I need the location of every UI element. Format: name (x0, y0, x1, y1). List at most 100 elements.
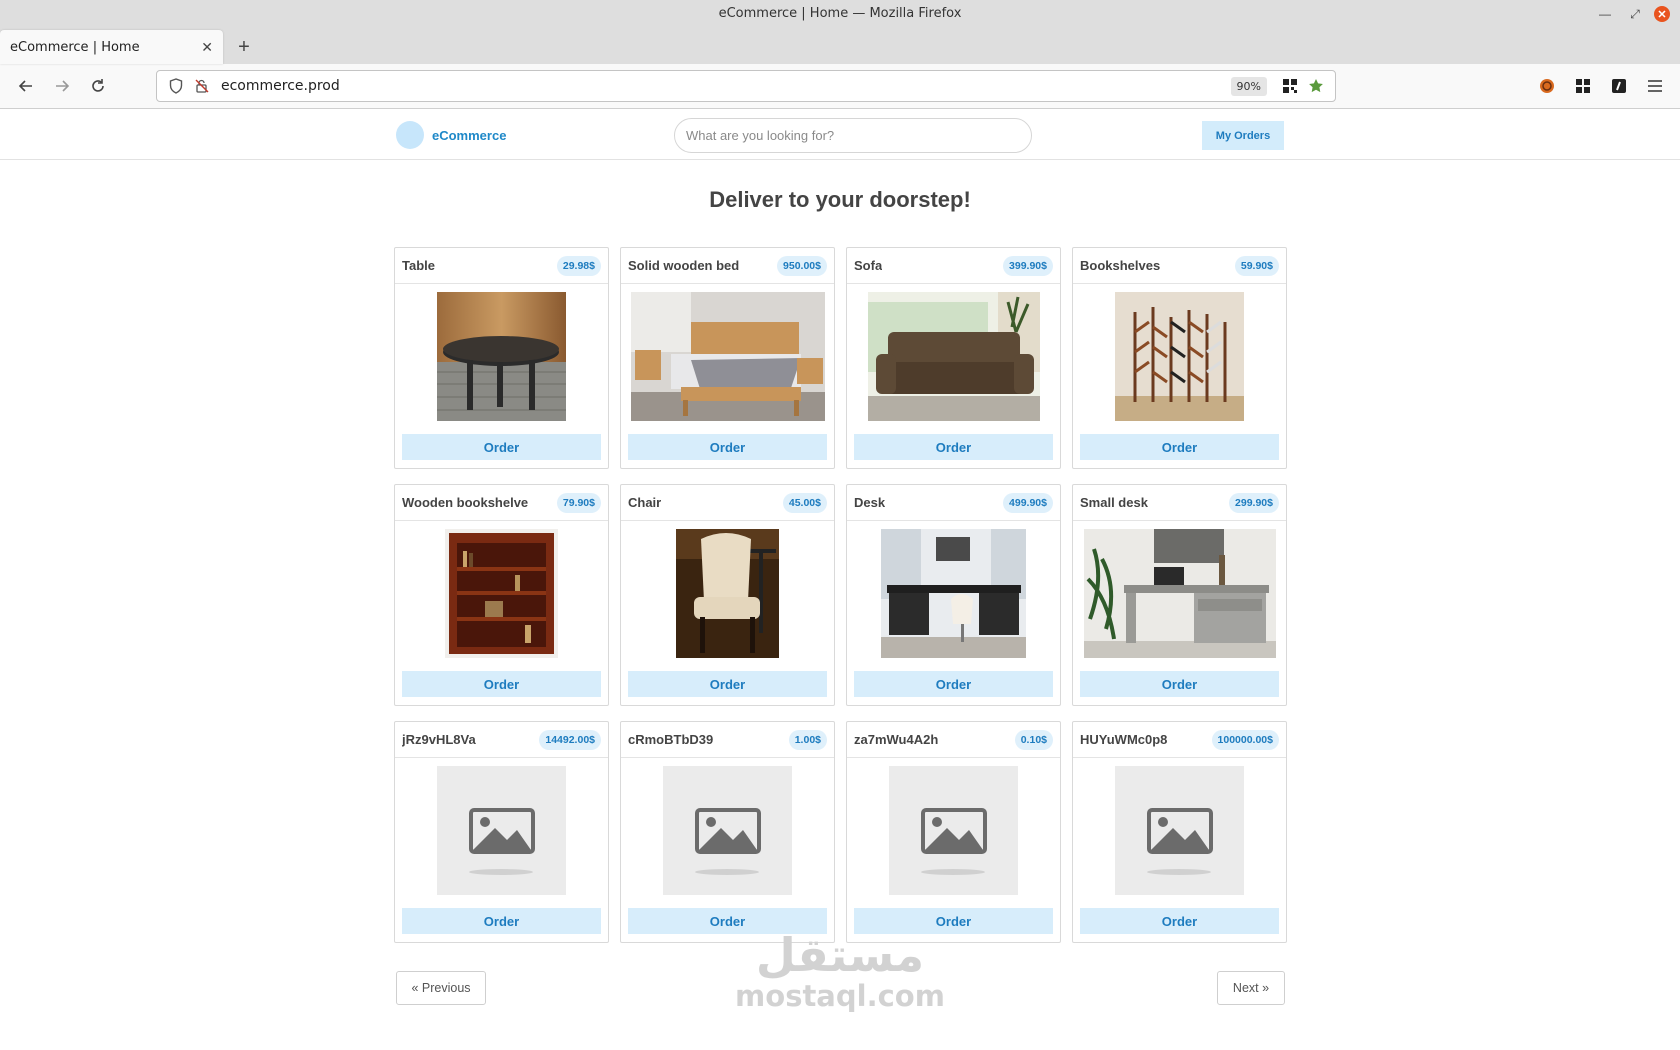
my-orders-button[interactable]: My Orders (1202, 121, 1284, 150)
product-card: HUYuWMc0p8 100000.00$ Order (1072, 721, 1287, 943)
order-button[interactable]: Order (854, 671, 1053, 697)
forward-icon[interactable] (44, 70, 80, 102)
product-card: cRmoBTbD39 1.00$ Order (620, 721, 835, 943)
next-page-button[interactable]: Next » (1217, 971, 1285, 1005)
extension-ball-icon[interactable] (1534, 73, 1560, 99)
product-image (847, 765, 1060, 895)
product-image (1073, 528, 1286, 658)
web-page: eCommerce My Orders Deliver to your door… (0, 109, 1680, 1050)
shield-icon[interactable] (165, 75, 187, 97)
product-image (395, 291, 608, 421)
order-button[interactable]: Order (628, 671, 827, 697)
order-button[interactable]: Order (1080, 434, 1279, 460)
previous-page-button[interactable]: « Previous (396, 971, 486, 1005)
product-name: za7mWu4A2h (854, 732, 939, 747)
product-price-badge: 45.00$ (782, 492, 827, 513)
product-name: Desk (854, 495, 886, 510)
product-card-header: Table 29.98$ (395, 248, 608, 284)
product-image (847, 528, 1060, 658)
order-button[interactable]: Order (402, 434, 601, 460)
order-button[interactable]: Order (628, 434, 827, 460)
product-price-badge: 100000.00$ (1211, 729, 1279, 750)
reader-extension-icon[interactable] (1606, 73, 1632, 99)
product-image (395, 528, 608, 658)
brand-logo-icon (396, 121, 424, 149)
extensions-grid-icon[interactable] (1570, 73, 1596, 99)
product-card: Solid wooden bed 950.00$ Order (620, 247, 835, 469)
product-card: Small desk 299.90$ Order (1072, 484, 1287, 706)
product-card-header: HUYuWMc0p8 100000.00$ (1073, 722, 1286, 758)
product-name: cRmoBTbD39 (628, 732, 714, 747)
order-button[interactable]: Order (854, 434, 1053, 460)
watermark-arabic: مستقل (755, 928, 925, 982)
watermark: مستقل mostaql.com (730, 929, 950, 1011)
product-card-header: Sofa 399.90$ (847, 248, 1060, 284)
product-image (1073, 291, 1286, 421)
address-bar[interactable]: ecommerce.prod 90% (156, 70, 1336, 102)
product-image (621, 528, 834, 658)
product-name: jRz9vHL8Va (402, 732, 476, 747)
qr-code-icon[interactable] (1277, 75, 1303, 97)
product-price-badge: 59.90$ (1234, 255, 1279, 276)
window-title: eCommerce | Home — Mozilla Firefox (718, 6, 962, 21)
product-price-badge: 0.10$ (1014, 729, 1053, 750)
close-tab-icon[interactable]: ✕ (201, 39, 213, 56)
new-tab-icon[interactable]: + (227, 30, 261, 64)
product-price-badge: 1.00$ (788, 729, 827, 750)
search-input[interactable] (674, 118, 1032, 153)
window-titlebar: eCommerce | Home — Mozilla Firefox — ⤢ ✕ (0, 0, 1680, 28)
product-price-badge: 14492.00$ (539, 729, 601, 750)
product-name: Sofa (854, 258, 883, 273)
product-name: HUYuWMc0p8 (1080, 732, 1168, 747)
order-button[interactable]: Order (402, 908, 601, 934)
browser-tab-active[interactable]: eCommerce | Home ✕ (0, 30, 223, 64)
hamburger-menu-icon[interactable] (1642, 73, 1668, 99)
zoom-level[interactable]: 90% (1230, 76, 1267, 96)
product-card-header: Solid wooden bed 950.00$ (621, 248, 834, 284)
back-icon[interactable] (8, 70, 44, 102)
brand-name: eCommerce (432, 127, 507, 143)
product-name: Small desk (1080, 495, 1148, 510)
watermark-latin: mostaql.com (735, 979, 945, 1013)
product-price-badge: 950.00$ (777, 255, 827, 276)
product-card-header: jRz9vHL8Va 14492.00$ (395, 722, 608, 758)
product-grid: Table 29.98$ Order Solid wooden bed 950.… (394, 247, 1287, 943)
bookmark-star-icon[interactable] (1303, 75, 1329, 97)
product-card: Desk 499.90$ Order (846, 484, 1061, 706)
product-price-badge: 499.90$ (1003, 492, 1053, 513)
site-header: eCommerce My Orders (0, 109, 1680, 160)
order-button[interactable]: Order (1080, 671, 1279, 697)
product-card-header: Small desk 299.90$ (1073, 485, 1286, 521)
reload-icon[interactable] (80, 70, 116, 102)
product-card-header: za7mWu4A2h 0.10$ (847, 722, 1060, 758)
product-name: Wooden bookshelve (402, 495, 529, 510)
product-name: Table (402, 258, 435, 273)
product-card: Chair 45.00$ Order (620, 484, 835, 706)
maximize-icon[interactable]: ⤢ (1624, 3, 1646, 25)
product-price-badge: 299.90$ (1229, 492, 1279, 513)
product-image (621, 765, 834, 895)
product-card-header: Chair 45.00$ (621, 485, 834, 521)
product-card: Wooden bookshelve 79.90$ Order (394, 484, 609, 706)
product-card-header: Wooden bookshelve 79.90$ (395, 485, 608, 521)
product-card: jRz9vHL8Va 14492.00$ Order (394, 721, 609, 943)
insecure-lock-icon[interactable] (191, 75, 213, 97)
toolbar-extensions (1534, 73, 1672, 99)
url-text[interactable]: ecommerce.prod (221, 78, 1231, 94)
navigation-toolbar: ecommerce.prod 90% (0, 64, 1680, 109)
product-price-badge: 29.98$ (556, 255, 601, 276)
product-price-badge: 79.90$ (556, 492, 601, 513)
minimize-icon[interactable]: — (1594, 3, 1616, 25)
product-card: Bookshelves 59.90$ Order (1072, 247, 1287, 469)
tab-strip: eCommerce | Home ✕ + (0, 28, 1680, 64)
close-window-icon[interactable]: ✕ (1654, 6, 1670, 22)
product-price-badge: 399.90$ (1003, 255, 1053, 276)
tab-title: eCommerce | Home (10, 39, 140, 55)
product-card-header: cRmoBTbD39 1.00$ (621, 722, 834, 758)
brand[interactable]: eCommerce (396, 121, 506, 149)
product-image (395, 765, 608, 895)
order-button[interactable]: Order (1080, 908, 1279, 934)
product-card: za7mWu4A2h 0.10$ Order (846, 721, 1061, 943)
order-button[interactable]: Order (402, 671, 601, 697)
product-name: Solid wooden bed (628, 258, 740, 273)
